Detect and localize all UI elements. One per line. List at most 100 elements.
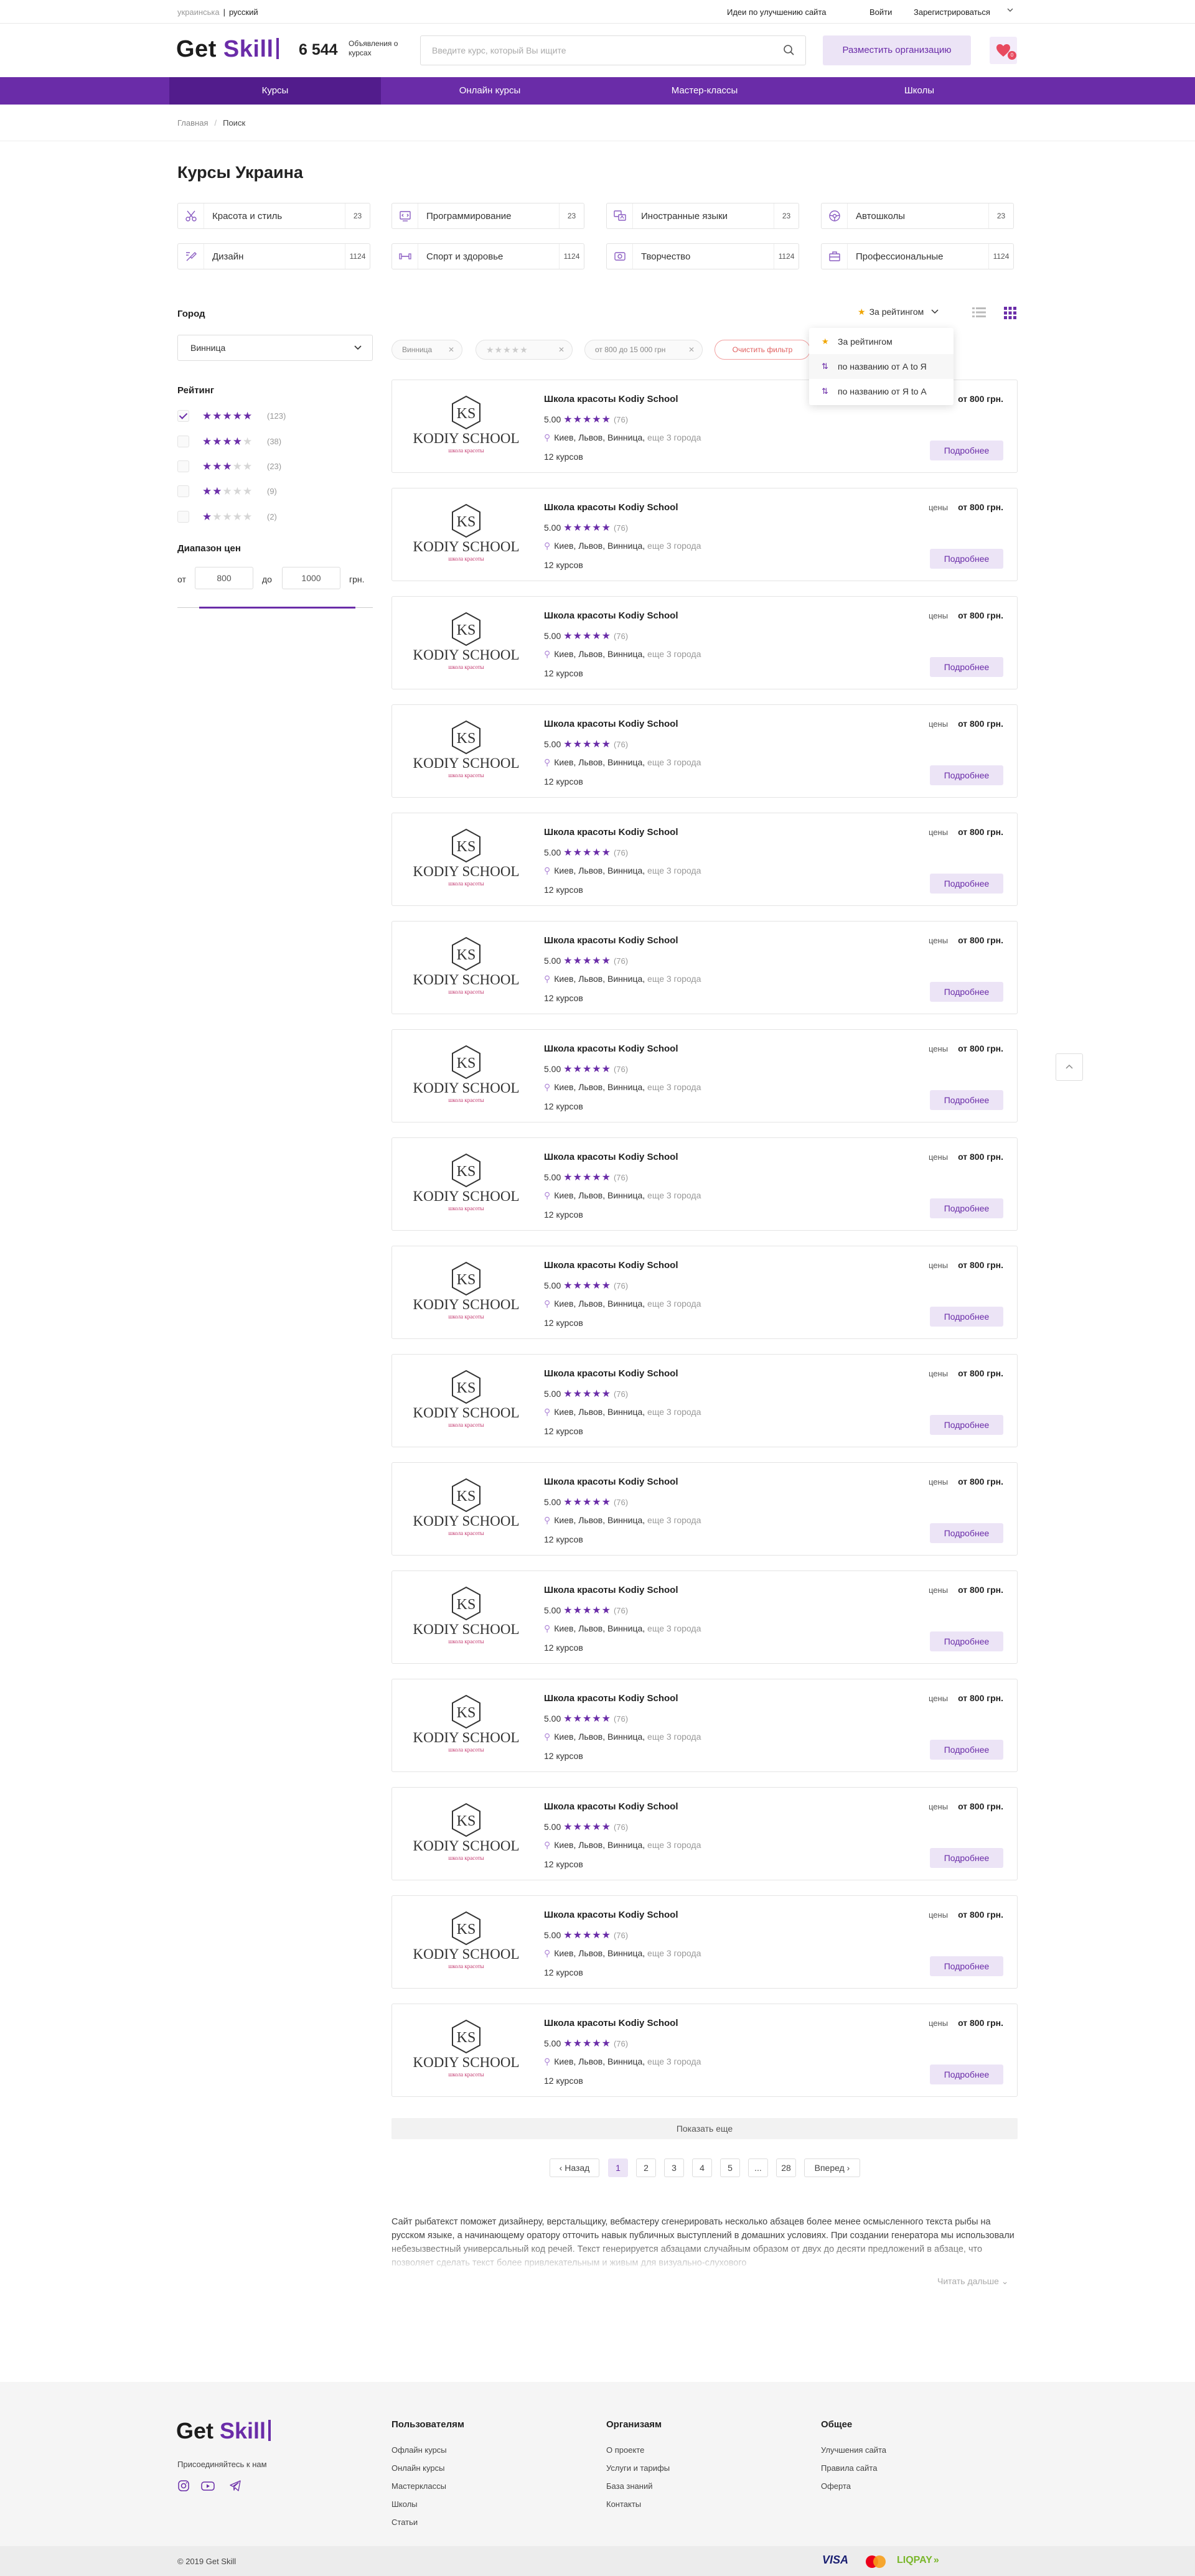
pagination-page[interactable]: 3 [664, 2158, 684, 2177]
details-button[interactable]: Подробнее [930, 982, 1003, 1002]
pagination-page[interactable]: 1 [608, 2158, 628, 2177]
more-cities-link[interactable]: еще 3 города [647, 1082, 701, 1092]
footer-link[interactable]: Услуги и тарифы [606, 2463, 670, 2473]
grid-view-icon[interactable] [1004, 307, 1016, 319]
school-title[interactable]: Школа красоты Kodiy School [544, 610, 678, 621]
school-logo[interactable]: KS KODIY SCHOOL школа красоты [407, 1910, 525, 1976]
footer-link[interactable]: База знаний [606, 2481, 653, 2491]
category-professional[interactable]: Профессиональные 1124 [821, 243, 1014, 269]
nav-schools[interactable]: Школы [813, 77, 1025, 105]
course-card[interactable]: KS KODIY SCHOOL школа красоты Школа красоты… [391, 1787, 1018, 1880]
more-cities-link[interactable]: еще 3 города [647, 2056, 701, 2066]
course-card[interactable]: KS KODIY SCHOOL школа красоты Школа красоты… [391, 1570, 1018, 1664]
school-title[interactable]: Школа красоты Kodiy School [544, 1152, 678, 1162]
chevron-down-icon[interactable] [1006, 6, 1014, 16]
more-cities-link[interactable]: еще 3 города [647, 1732, 701, 1742]
footer-link[interactable]: Статьи [391, 2518, 418, 2527]
more-cities-link[interactable]: еще 3 города [647, 432, 701, 442]
ideas-link[interactable]: Идеи по улучшению сайта [727, 7, 826, 17]
more-cities-link[interactable]: еще 3 города [647, 1190, 701, 1200]
school-logo[interactable]: KS KODIY SCHOOL школа красоты [407, 719, 525, 785]
footer-link[interactable]: Улучшения сайта [821, 2445, 886, 2455]
more-cities-link[interactable]: еще 3 города [647, 1407, 701, 1417]
details-button[interactable]: Подробнее [930, 874, 1003, 894]
school-logo[interactable]: KS KODIY SCHOOL школа красоты [407, 1368, 525, 1434]
footer-link[interactable]: Оферта [821, 2481, 851, 2491]
details-button[interactable]: Подробнее [930, 1090, 1003, 1110]
school-title[interactable]: Школа красоты Kodiy School [544, 2018, 678, 2028]
footer-link[interactable]: О проекте [606, 2445, 644, 2455]
course-card[interactable]: KS KODIY SCHOOL школа красоты Школа красоты… [391, 921, 1018, 1014]
more-cities-link[interactable]: еще 3 города [647, 1299, 701, 1309]
school-title[interactable]: Школа красоты Kodiy School [544, 1477, 678, 1487]
pagination-next[interactable]: Вперед › [804, 2158, 860, 2177]
school-logo[interactable]: KS KODIY SCHOOL школа красоты [407, 2018, 525, 2084]
scroll-to-top-button[interactable] [1056, 1053, 1083, 1081]
show-more-button[interactable]: Показать еще [391, 2118, 1018, 2139]
rating-checkbox[interactable] [177, 485, 189, 497]
details-button[interactable]: Подробнее [930, 441, 1003, 460]
school-logo[interactable]: KS KODIY SCHOOL школа красоты [407, 1693, 525, 1759]
school-title[interactable]: Школа красоты Kodiy School [544, 1043, 678, 1054]
price-from-input[interactable]: 800 [195, 567, 253, 589]
more-cities-link[interactable]: еще 3 города [647, 1948, 701, 1958]
sort-option-za[interactable]: ⇅ по названию от Я to А [809, 379, 954, 404]
rating-filter-1[interactable]: ★★★★★ (2) [177, 510, 302, 524]
school-logo[interactable]: KS KODIY SCHOOL школа красоты [407, 935, 525, 1001]
rating-filter-4[interactable]: ★★★★★ (38) [177, 435, 302, 449]
category-programming[interactable]: Программирование 23 [391, 203, 584, 229]
school-title[interactable]: Школа красоты Kodiy School [544, 1910, 678, 1920]
course-card[interactable]: KS KODIY SCHOOL школа красоты Школа красоты… [391, 1462, 1018, 1556]
category-driving-schools[interactable]: Автошколы 23 [821, 203, 1014, 229]
details-button[interactable]: Подробнее [930, 2065, 1003, 2084]
category-beauty[interactable]: Красота и стиль 23 [177, 203, 370, 229]
course-card[interactable]: KS KODIY SCHOOL школа красоты Школа красоты… [391, 813, 1018, 906]
course-card[interactable]: KS KODIY SCHOOL школа красоты Школа красоты… [391, 1354, 1018, 1447]
school-title[interactable]: Школа красоты Kodiy School [544, 1585, 678, 1595]
course-card[interactable]: KS KODIY SCHOOL школа красоты Школа красоты… [391, 1679, 1018, 1772]
pagination-page[interactable]: 28 [776, 2158, 796, 2177]
course-card[interactable]: KS KODIY SCHOOL школа красоты Школа красоты… [391, 596, 1018, 689]
school-logo[interactable]: KS KODIY SCHOOL школа красоты [407, 1477, 525, 1542]
footer-link[interactable]: Мастерклассы [391, 2481, 446, 2491]
rating-checkbox[interactable] [177, 511, 189, 523]
pagination-page[interactable]: 5 [720, 2158, 740, 2177]
close-icon[interactable]: ✕ [688, 340, 695, 359]
category-creativity[interactable]: Творчество 1124 [606, 243, 799, 269]
filter-chip-price[interactable]: от 800 до 15 000 грн ✕ [584, 340, 703, 360]
place-organization-button[interactable]: Разместить организацию [823, 35, 971, 65]
course-card[interactable]: KS KODIY SCHOOL школа красоты Школа красоты… [391, 704, 1018, 798]
footer-link[interactable]: Школы [391, 2499, 418, 2509]
category-sport[interactable]: Спорт и здоровье 1124 [391, 243, 584, 269]
category-design[interactable]: Дизайн 1124 [177, 243, 370, 269]
site-logo[interactable]: Get Skill [176, 36, 279, 63]
footer-logo[interactable]: Get Skill [176, 2418, 271, 2444]
list-view-icon[interactable] [972, 307, 986, 318]
nav-master-classes[interactable]: Мастер-классы [599, 77, 810, 105]
footer-link[interactable]: Правила сайта [821, 2463, 877, 2473]
school-title[interactable]: Школа красоты Kodiy School [544, 1801, 678, 1812]
favorites-button[interactable] [990, 37, 1017, 64]
course-card[interactable]: KS KODIY SCHOOL школа красоты Школа красоты… [391, 1246, 1018, 1339]
read-more-link[interactable]: Читать дальше ⌄ [937, 2276, 1009, 2287]
footer-link[interactable]: Офлайн курсы [391, 2445, 447, 2455]
instagram-icon[interactable] [177, 2480, 191, 2493]
rating-filter-5[interactable]: ★★★★★ (123) [177, 409, 302, 423]
school-title[interactable]: Школа красоты Kodiy School [544, 502, 678, 513]
more-cities-link[interactable]: еще 3 города [647, 1840, 701, 1850]
more-cities-link[interactable]: еще 3 города [647, 1515, 701, 1525]
details-button[interactable]: Подробнее [930, 1198, 1003, 1218]
school-title[interactable]: Школа красоты Kodiy School [544, 827, 678, 838]
pagination-prev[interactable]: ‹ Назад [550, 2158, 599, 2177]
details-button[interactable]: Подробнее [930, 1523, 1003, 1543]
details-button[interactable]: Подробнее [930, 1956, 1003, 1976]
school-logo[interactable]: KS KODIY SCHOOL школа красоты [407, 502, 525, 568]
clear-filters-button[interactable]: Очистить фильтр [715, 340, 810, 360]
rating-checkbox[interactable] [177, 460, 189, 472]
search-input[interactable] [432, 44, 768, 57]
login-link[interactable]: Войти [869, 7, 892, 17]
city-select[interactable]: Винница [177, 335, 373, 361]
nav-courses[interactable]: Курсы [169, 77, 381, 105]
more-cities-link[interactable]: еще 3 города [647, 757, 701, 767]
sort-option-rating[interactable]: ★ За рейтингом [809, 329, 954, 354]
